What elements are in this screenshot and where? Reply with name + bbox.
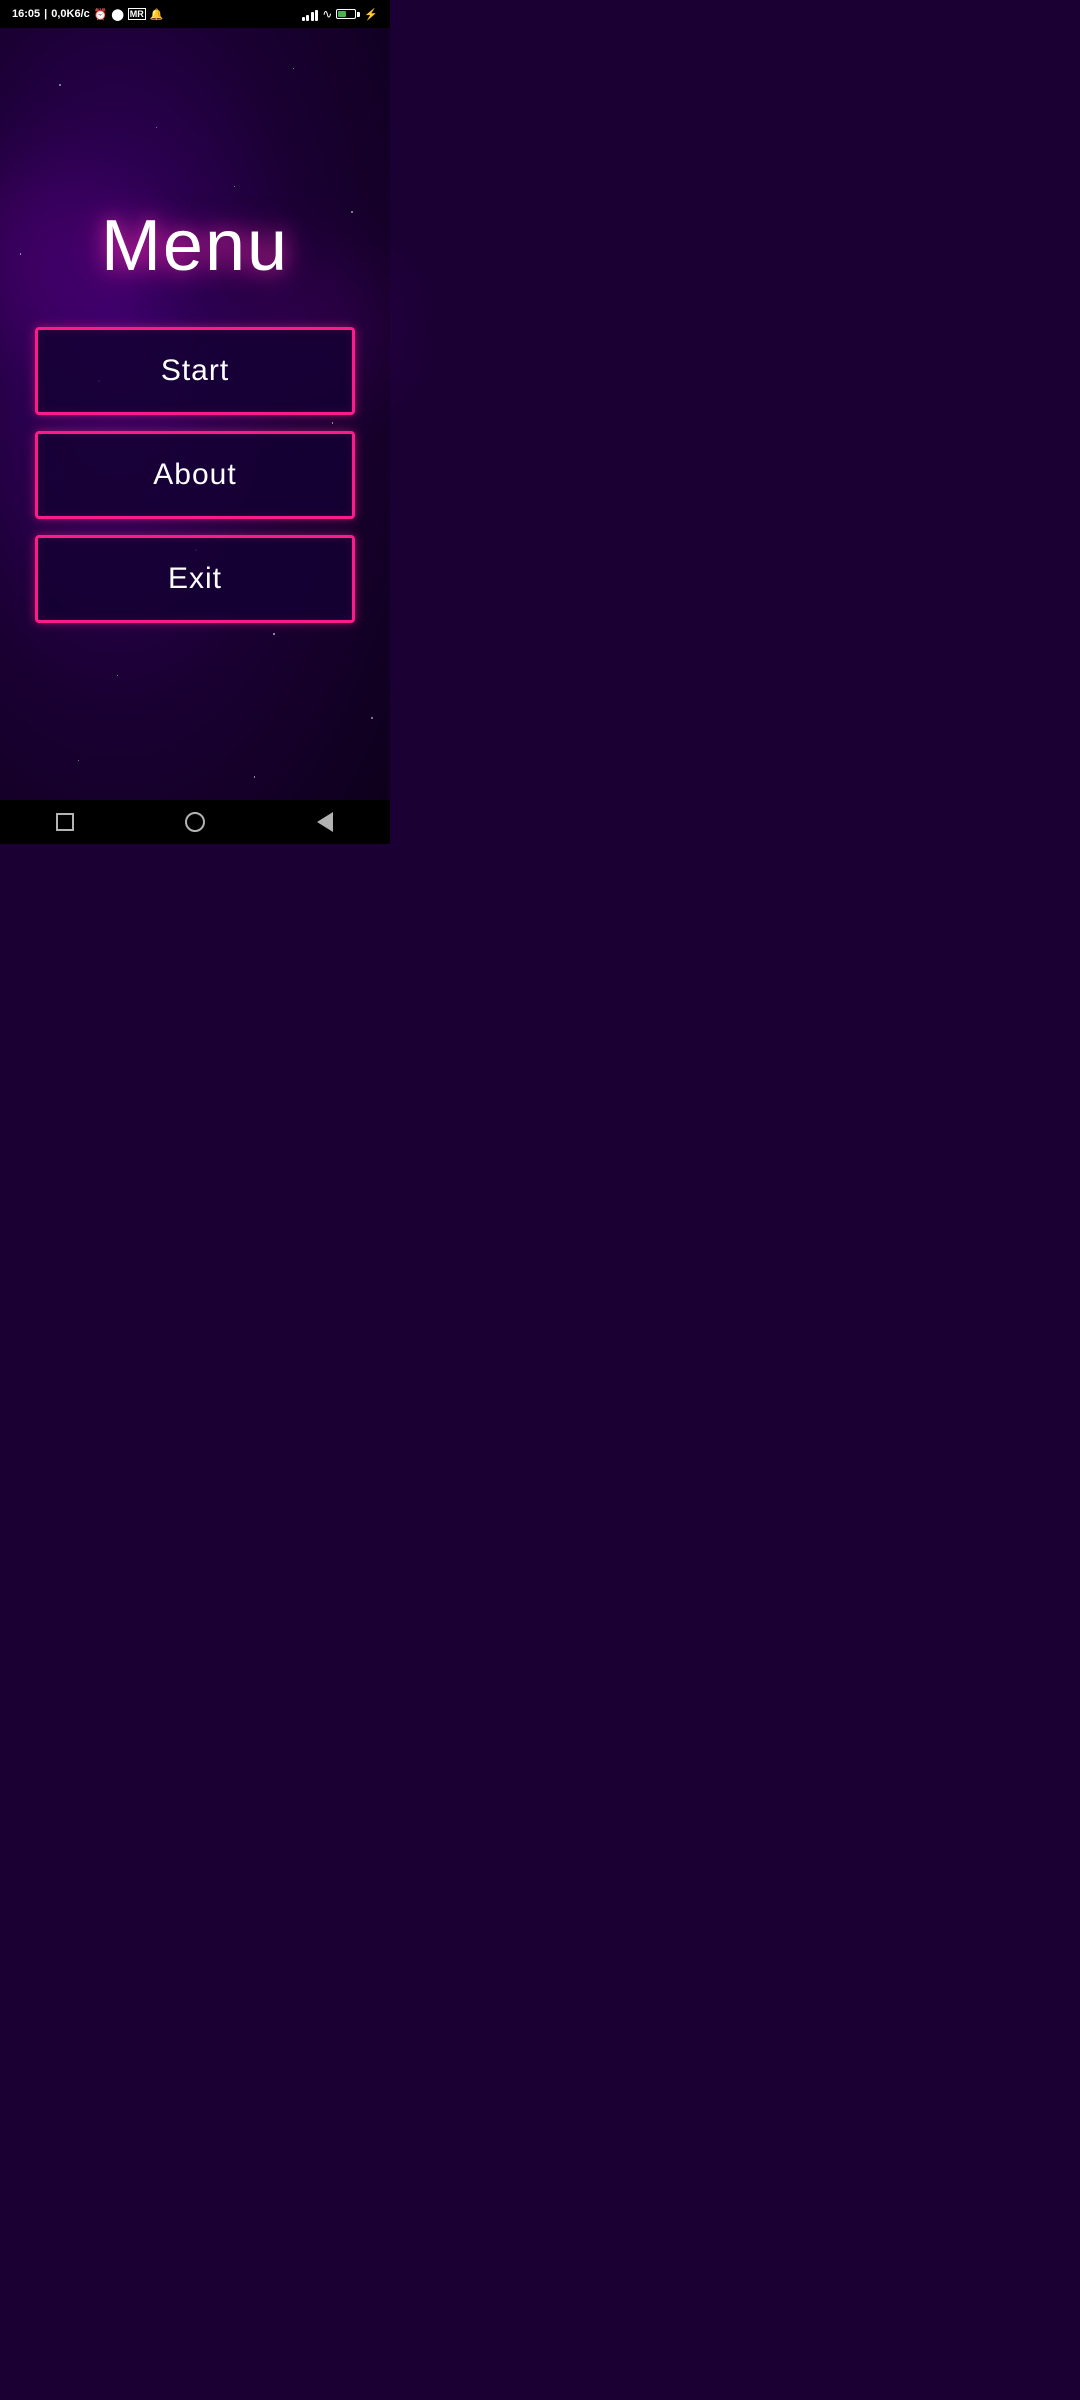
battery-fill xyxy=(338,11,346,17)
notification-icon: 🔔 xyxy=(150,8,164,21)
mr-icon: MR xyxy=(128,8,146,20)
nav-home-button[interactable] xyxy=(177,804,213,840)
time: 16:05 xyxy=(12,8,40,20)
nav-back-button[interactable] xyxy=(307,804,343,840)
menu-title: Menu xyxy=(101,205,289,287)
menu-buttons: Start About Exit xyxy=(35,327,355,623)
signal-bars xyxy=(302,7,319,21)
alarm-icon: ⏰ xyxy=(94,8,108,21)
battery-icon xyxy=(336,9,360,19)
signal-bar-3 xyxy=(311,12,314,21)
vpn-icon: ⬤ xyxy=(111,8,123,21)
nav-square-button[interactable] xyxy=(47,804,83,840)
charging-icon: ⚡ xyxy=(364,8,378,21)
circle-icon xyxy=(185,812,205,832)
status-bar: 16:05 | 0,0K6/c ⏰ ⬤ MR 🔔 ∿ ⚡ xyxy=(0,0,390,28)
signal-bar-2 xyxy=(306,15,309,21)
wifi-icon: ∿ xyxy=(322,7,332,21)
start-button[interactable]: Start xyxy=(35,327,355,415)
square-icon xyxy=(56,813,74,831)
back-icon xyxy=(317,812,333,832)
nav-bar xyxy=(0,800,390,844)
status-right: ∿ ⚡ xyxy=(302,7,378,21)
signal-bar-4 xyxy=(315,10,318,21)
separator: | xyxy=(44,8,47,20)
signal-bar-1 xyxy=(302,17,305,21)
battery-tip xyxy=(357,12,360,17)
exit-button[interactable]: Exit xyxy=(35,535,355,623)
status-left: 16:05 | 0,0K6/c ⏰ ⬤ MR 🔔 xyxy=(12,8,163,21)
about-button[interactable]: About xyxy=(35,431,355,519)
data-speed: 0,0K6/c xyxy=(51,8,90,20)
main-content: Menu Start About Exit xyxy=(0,28,390,800)
